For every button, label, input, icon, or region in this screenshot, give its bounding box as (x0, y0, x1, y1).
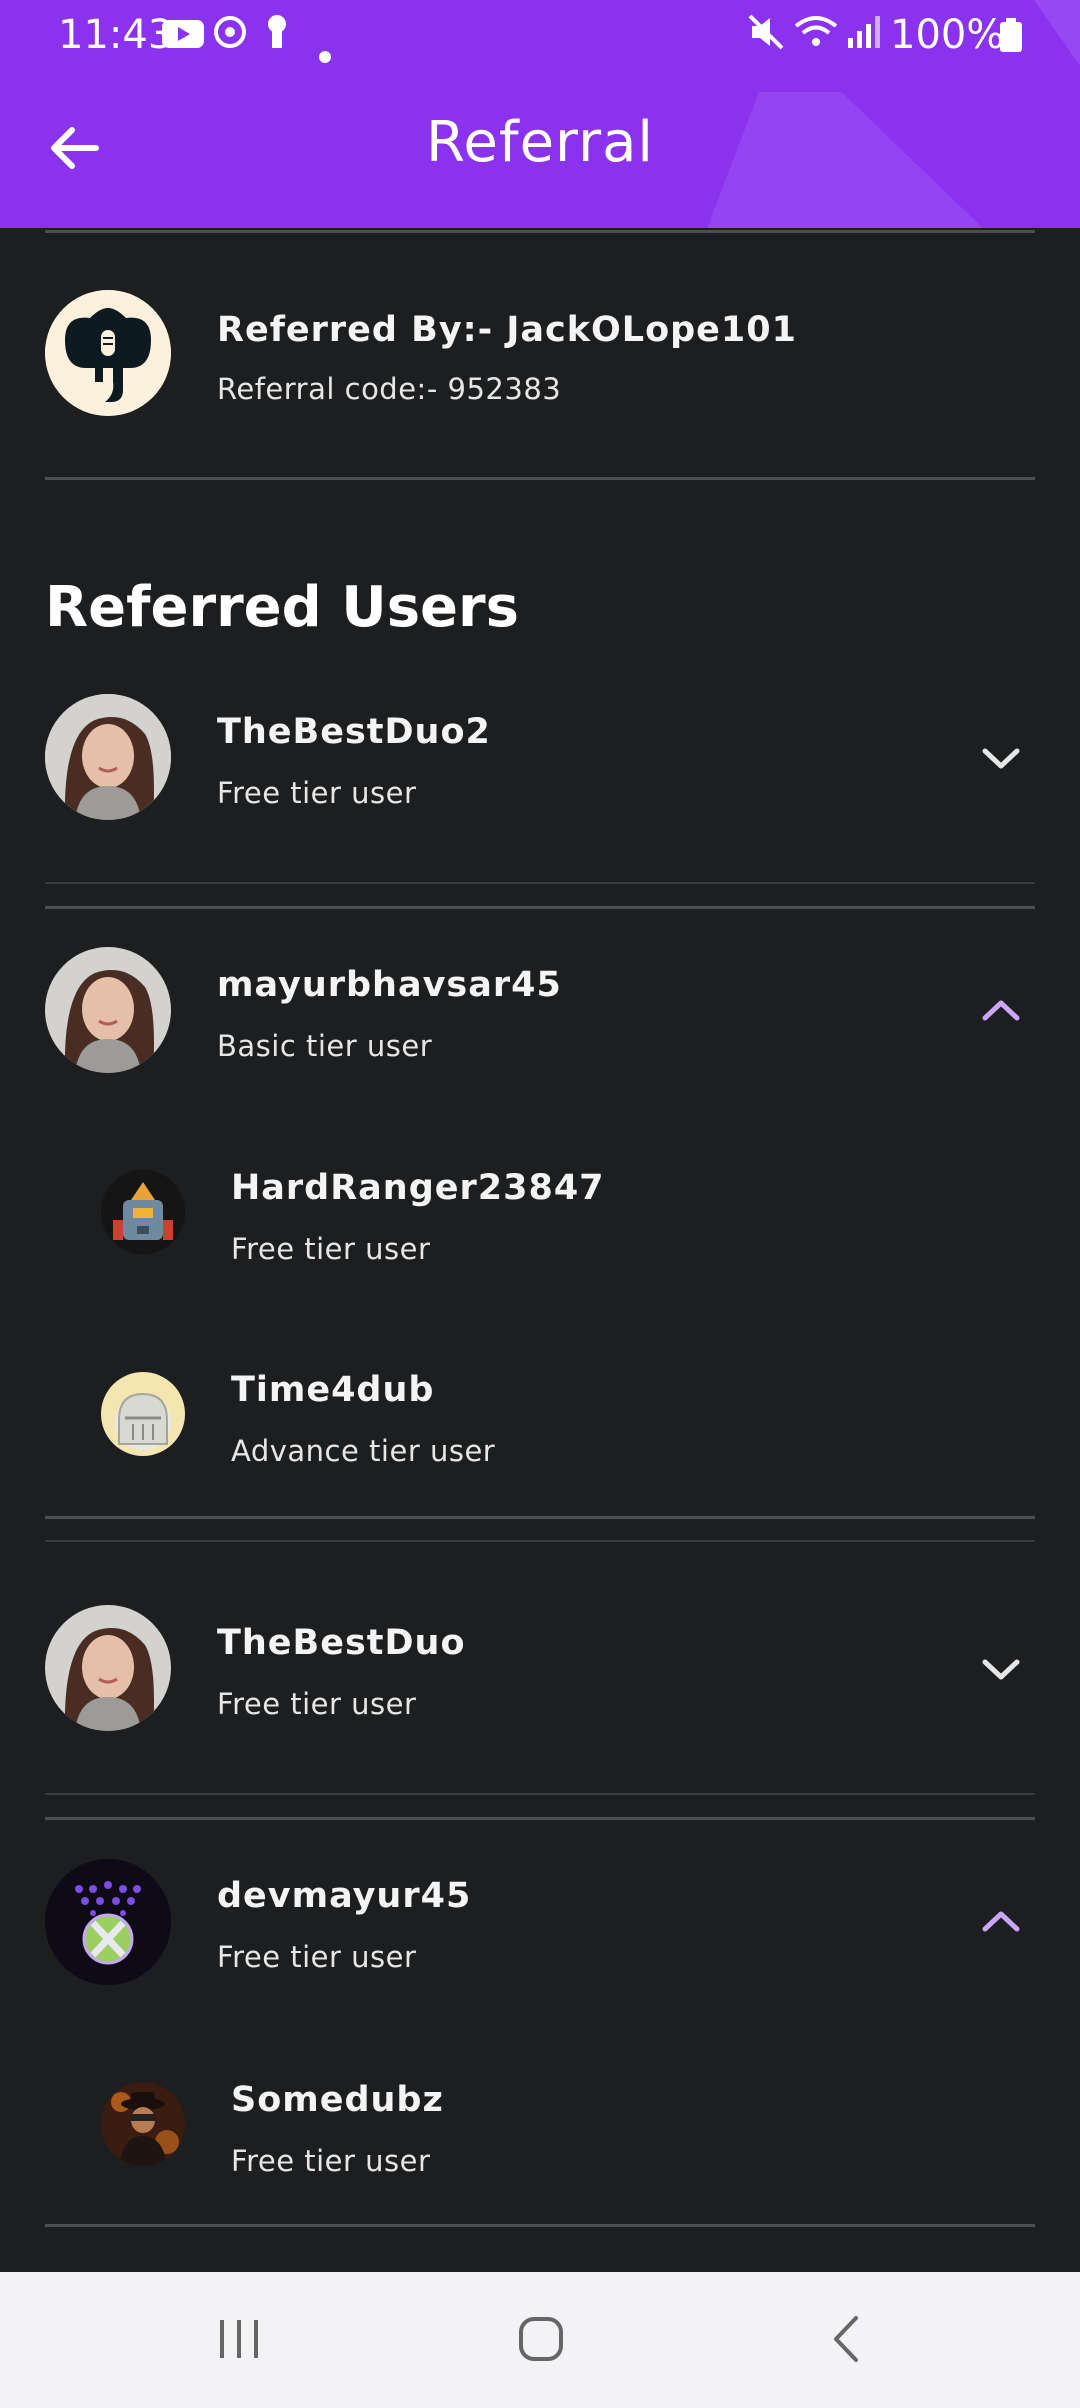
user-tier: Free tier user (217, 1940, 417, 1974)
divider (45, 882, 1035, 884)
user-name: HardRanger23847 (231, 1168, 605, 1208)
user-name: mayurbhavsar45 (217, 965, 562, 1005)
signal-icon (846, 14, 882, 60)
user-avatar (45, 1859, 171, 1985)
sync-icon (212, 14, 248, 60)
battery-percent: 100% (890, 12, 1005, 58)
app-header: 11:43 100% Referral (0, 0, 1080, 228)
wifi-icon (794, 14, 838, 60)
divider (45, 906, 1035, 909)
user-name: TheBestDuo (217, 1623, 466, 1663)
mute-icon (748, 14, 784, 60)
referrer-avatar (45, 290, 171, 416)
user-tier: Advance tier user (231, 1434, 496, 1468)
divider (45, 1540, 1035, 1542)
status-bar: 11:43 100% (0, 0, 1080, 70)
user-avatar (45, 694, 171, 820)
home-icon[interactable] (516, 2314, 566, 2368)
user-avatar (45, 947, 171, 1073)
user-tier: Free tier user (217, 776, 417, 810)
chevron-down-icon[interactable] (979, 744, 1023, 774)
user-tier: Free tier user (231, 1232, 431, 1266)
back-nav-icon[interactable] (826, 2314, 866, 2368)
user-name: Somedubz (231, 2080, 444, 2120)
keyhole-icon (264, 14, 290, 60)
divider (45, 1793, 1035, 1795)
user-name: TheBestDuo2 (217, 712, 491, 752)
divider (45, 2224, 1035, 2227)
user-name: Time4dub (231, 1370, 435, 1410)
user-avatar (101, 2082, 185, 2166)
referrer-name: Referred By:- JackOLope101 (217, 310, 797, 350)
user-avatar (101, 1170, 185, 1254)
recent-apps-icon[interactable] (216, 2316, 262, 2366)
user-name: devmayur45 (217, 1876, 472, 1916)
user-avatar (101, 1372, 185, 1456)
dot-icon (318, 28, 332, 74)
divider (45, 477, 1035, 480)
section-title: Referred Users (45, 575, 519, 640)
user-tier: Free tier user (217, 1687, 417, 1721)
referral-code: Referral code:- 952383 (217, 372, 562, 406)
status-time: 11:43 (58, 12, 174, 58)
divider (45, 1817, 1035, 1820)
youtube-icon (162, 14, 204, 60)
chevron-up-icon[interactable] (979, 1906, 1023, 1936)
divider (45, 1516, 1035, 1519)
user-tier: Free tier user (231, 2144, 431, 2178)
chevron-down-icon[interactable] (979, 1655, 1023, 1685)
user-avatar (45, 1605, 171, 1731)
divider (45, 230, 1035, 233)
page-title: Referral (426, 110, 654, 175)
chevron-up-icon[interactable] (979, 995, 1023, 1025)
system-navigation-bar (0, 2272, 1080, 2408)
battery-icon (1000, 16, 1022, 62)
user-tier: Basic tier user (217, 1029, 433, 1063)
